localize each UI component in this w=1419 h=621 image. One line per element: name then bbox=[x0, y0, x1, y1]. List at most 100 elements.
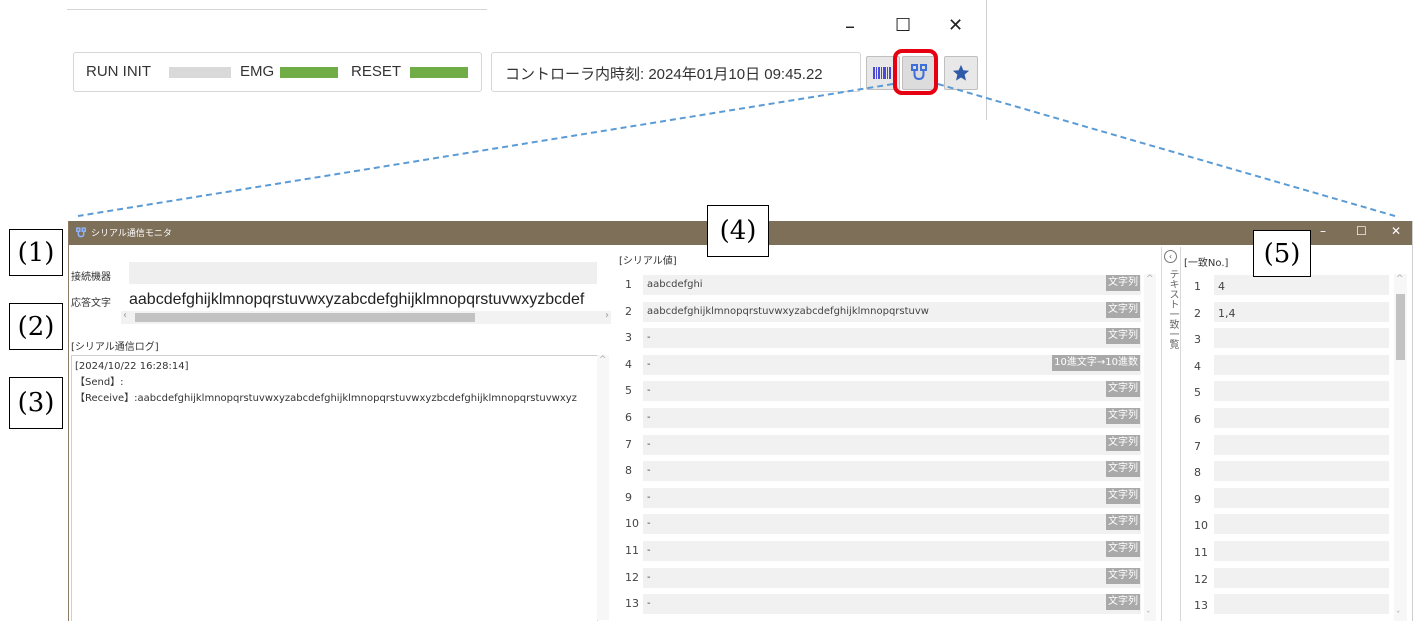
connected-device-field bbox=[129, 262, 597, 284]
data-type-badge[interactable]: 文字列 bbox=[1106, 567, 1140, 584]
response-label: 応答文字 bbox=[71, 298, 111, 309]
serial-row[interactable]: - 文字列 bbox=[643, 487, 1141, 508]
match-row-number: 6 bbox=[1194, 413, 1201, 426]
match-row-number: 8 bbox=[1194, 466, 1201, 480]
serial-row[interactable]: - 10進文字→10進数 bbox=[643, 354, 1141, 375]
serial-row-value: - bbox=[647, 491, 651, 503]
match-row[interactable] bbox=[1214, 541, 1389, 561]
match-row[interactable]: 1,4 bbox=[1214, 301, 1389, 322]
serial-row-number: 13 bbox=[625, 597, 639, 611]
serial-log-box[interactable]: [2024/10/22 16:28:14] 【Send】: 【Receive】:… bbox=[71, 355, 598, 621]
serial-row-value: - bbox=[647, 332, 651, 344]
scroll-right-icon[interactable]: › bbox=[605, 310, 609, 321]
serial-row[interactable]: - 文字列 bbox=[643, 594, 1141, 615]
monitor-close-button[interactable]: ✕ bbox=[1391, 224, 1401, 238]
match-row[interactable] bbox=[1214, 594, 1389, 615]
match-row[interactable] bbox=[1214, 434, 1389, 455]
serial-row[interactable]: - 文字列 bbox=[643, 541, 1141, 561]
serial-row-value: - bbox=[647, 358, 651, 370]
callout-1: (1) bbox=[9, 229, 63, 276]
serial-connector-icon bbox=[76, 227, 86, 238]
log-line: 【Receive】:aabcdefghijklmnopqrstuvwxyzabc… bbox=[75, 393, 577, 404]
match-row-value: 1,4 bbox=[1218, 306, 1236, 320]
serial-vscrollbar[interactable]: ^ ˇ bbox=[1144, 274, 1156, 621]
serial-row-number: 9 bbox=[625, 490, 632, 504]
match-row[interactable] bbox=[1214, 567, 1389, 588]
scroll-up-icon[interactable]: ^ bbox=[599, 355, 607, 365]
match-row[interactable] bbox=[1214, 514, 1389, 535]
serial-row[interactable]: - 文字列 bbox=[643, 381, 1141, 402]
match-row-number: 3 bbox=[1194, 333, 1201, 347]
log-vscrollbar[interactable]: ^ bbox=[597, 355, 609, 620]
match-row[interactable] bbox=[1214, 381, 1389, 402]
serial-row-number: 1 bbox=[625, 278, 632, 291]
serial-row-number: 5 bbox=[625, 384, 632, 398]
serial-row[interactable]: - 文字列 bbox=[643, 567, 1141, 588]
match-row[interactable] bbox=[1214, 487, 1389, 508]
serial-row[interactable]: - 文字列 bbox=[643, 514, 1141, 535]
match-row-number: 4 bbox=[1194, 359, 1201, 373]
match-row[interactable]: 4 bbox=[1214, 275, 1389, 295]
data-type-badge[interactable]: 文字列 bbox=[1106, 594, 1140, 611]
data-type-badge[interactable]: 文字列 bbox=[1106, 408, 1140, 424]
side-tab-label: テキスト一致一覧 bbox=[1167, 269, 1178, 349]
serial-row-number: 2 bbox=[625, 304, 632, 318]
data-type-badge[interactable]: 文字列 bbox=[1106, 328, 1140, 345]
data-type-badge[interactable]: 文字列 bbox=[1106, 301, 1140, 318]
collapse-chevron-icon[interactable]: ‹ bbox=[1164, 250, 1177, 263]
log-line: [2024/10/22 16:28:14] bbox=[75, 361, 189, 372]
data-type-badge[interactable]: 文字列 bbox=[1106, 381, 1140, 398]
match-row-number: 7 bbox=[1194, 439, 1201, 453]
data-type-badge[interactable]: 10進文字→10進数 bbox=[1052, 354, 1140, 371]
data-type-badge[interactable]: 文字列 bbox=[1106, 434, 1140, 451]
serial-row-value: aabcdefghi bbox=[647, 279, 703, 290]
serial-row-number: 11 bbox=[625, 544, 639, 557]
scroll-down-icon[interactable]: ˇ bbox=[1396, 611, 1401, 621]
text-match-side-tab[interactable]: ‹ テキスト一致一覧 bbox=[1161, 247, 1181, 621]
data-type-badge[interactable]: 文字列 bbox=[1106, 461, 1140, 478]
callout-2: (2) bbox=[9, 303, 63, 350]
serial-row[interactable]: - 文字列 bbox=[643, 434, 1141, 455]
serial-row[interactable]: aabcdefghijklmnopqrstuvwxyzabcdefghijklm… bbox=[643, 301, 1141, 322]
match-row-value: 4 bbox=[1218, 280, 1225, 293]
serial-row-number: 8 bbox=[625, 464, 632, 478]
match-row-number: 1 bbox=[1194, 280, 1201, 293]
serial-row[interactable]: - 文字列 bbox=[643, 461, 1141, 482]
match-scroll-thumb[interactable] bbox=[1396, 294, 1405, 360]
response-scroll-thumb[interactable] bbox=[135, 313, 475, 322]
match-row[interactable] bbox=[1214, 461, 1389, 482]
match-row-number: 10 bbox=[1194, 519, 1208, 533]
serial-row[interactable]: - 文字列 bbox=[643, 328, 1141, 349]
scroll-down-icon[interactable]: ˇ bbox=[1146, 611, 1151, 621]
monitor-maximize-button[interactable]: ☐ bbox=[1356, 224, 1367, 238]
match-row-number: 13 bbox=[1194, 599, 1208, 613]
serial-row-value: aabcdefghijklmnopqrstuvwxyzabcdefghijklm… bbox=[647, 305, 929, 317]
serial-row[interactable]: aabcdefghi 文字列 bbox=[643, 275, 1141, 295]
serial-row-number: 10 bbox=[625, 517, 639, 531]
serial-monitor-window: シリアル通信モニタ – ☐ ✕ 接続機器 応答文字 aabcdefghijklm… bbox=[68, 221, 1413, 621]
response-hscrollbar[interactable]: ‹ › bbox=[121, 310, 611, 324]
serial-row-value: - bbox=[647, 465, 651, 477]
scroll-up-icon[interactable]: ^ bbox=[1396, 274, 1404, 284]
match-row[interactable] bbox=[1214, 328, 1389, 349]
match-row-number: 12 bbox=[1194, 572, 1208, 586]
serial-row[interactable]: - 文字列 bbox=[643, 408, 1141, 428]
data-type-badge[interactable]: 文字列 bbox=[1106, 514, 1140, 531]
match-row[interactable] bbox=[1214, 408, 1389, 428]
callout-5: (5) bbox=[1253, 230, 1311, 277]
match-row[interactable] bbox=[1214, 354, 1389, 375]
serial-row-value: - bbox=[647, 571, 651, 583]
serial-row-value: - bbox=[647, 385, 651, 397]
scroll-left-icon[interactable]: ‹ bbox=[123, 310, 127, 321]
match-vscrollbar[interactable]: ^ ˇ bbox=[1394, 274, 1407, 621]
callout-4: (4) bbox=[707, 205, 769, 257]
callout-3: (3) bbox=[9, 377, 63, 429]
monitor-minimize-button[interactable]: – bbox=[1320, 224, 1326, 238]
data-type-badge[interactable]: 文字列 bbox=[1106, 275, 1140, 291]
zoom-guide-lines bbox=[77, 83, 1396, 217]
monitor-title: シリアル通信モニタ bbox=[91, 229, 172, 239]
scroll-up-icon[interactable]: ^ bbox=[1146, 274, 1154, 284]
data-type-badge[interactable]: 文字列 bbox=[1106, 541, 1140, 557]
match-row-number: 11 bbox=[1194, 546, 1208, 559]
data-type-badge[interactable]: 文字列 bbox=[1106, 487, 1140, 504]
